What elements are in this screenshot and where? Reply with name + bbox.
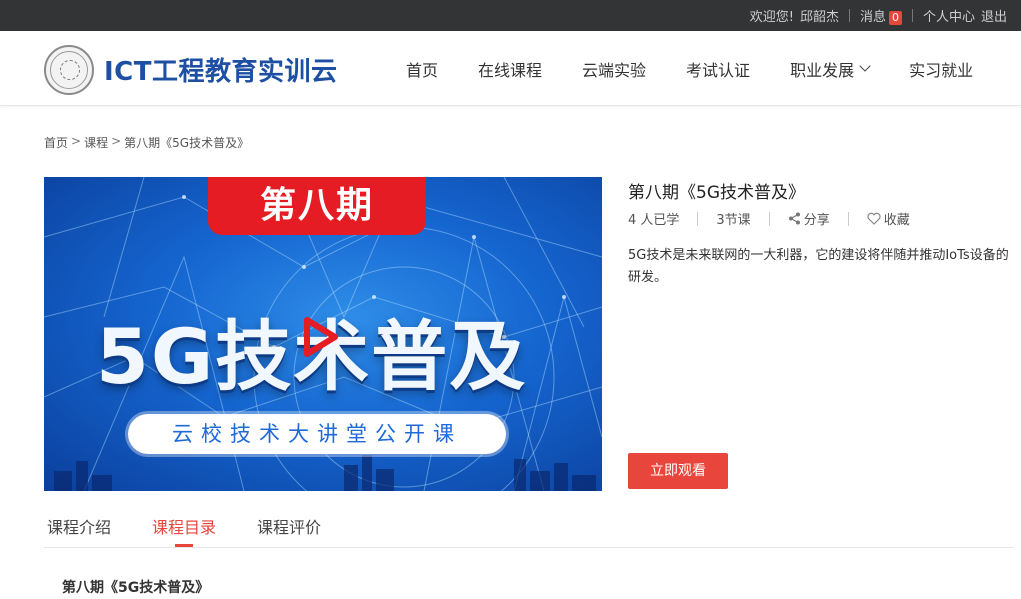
profile-link[interactable]: 个人中心 — [923, 6, 975, 25]
logout-link[interactable]: 退出 — [981, 6, 1007, 25]
tab-course-reviews[interactable]: 课程评价 — [257, 514, 321, 538]
course-banner-image[interactable]: 第八期 5G技术普及 云校技术大讲堂公开课 — [44, 177, 602, 491]
share-icon — [788, 212, 801, 225]
catalog-section-title: 第八期《5G技术普及》 — [62, 580, 210, 596]
breadcrumb-separator: > — [111, 134, 122, 148]
breadcrumb-courses[interactable]: 课程 — [84, 134, 108, 151]
play-icon — [304, 317, 338, 357]
nav-item-career-development[interactable]: 职业发展 — [790, 57, 871, 81]
course-description: 5G技术是未来联网的一大利器，它的建设将伴随并推动IoTs设备的研发。 — [628, 248, 1009, 285]
divider — [697, 211, 699, 226]
nav-item-internship-jobs[interactable]: 实习就业 — [909, 57, 973, 81]
lesson-count: 3节课 — [716, 213, 751, 228]
breadcrumb-home[interactable]: 首页 — [44, 134, 68, 151]
site-brand-title[interactable]: ICT工程教育实训云 — [104, 51, 338, 88]
learner-count: 4 人已学 — [628, 213, 680, 228]
nav-item-online-courses[interactable]: 在线课程 — [478, 57, 542, 81]
course-meta: 4 人已学 3节课 分享 收藏 — [628, 209, 910, 228]
watch-now-button[interactable]: 立即观看 — [628, 453, 728, 489]
nav-item-career-label: 职业发展 — [790, 60, 855, 80]
chevron-down-icon — [859, 60, 871, 72]
breadcrumb-current: 第八期《5G技术普及》 — [124, 136, 250, 150]
site-header: ICT工程教育实训云 首页 在线课程 云端实验 考试认证 职业发展 实习就业 — [0, 31, 1021, 106]
welcome-text: 欢迎您! — [749, 10, 794, 25]
messages-label: 消息 — [859, 10, 886, 25]
favorite-label: 收藏 — [883, 213, 910, 228]
banner-issue-tag: 第八期 — [208, 177, 426, 235]
messages-count-badge: 0 — [888, 11, 902, 25]
nav-item-exam-certification[interactable]: 考试认证 — [686, 57, 750, 81]
nav-item-cloud-lab[interactable]: 云端实验 — [582, 57, 646, 81]
divider — [911, 9, 913, 22]
breadcrumb: 首页 > 课程 > 第八期《5G技术普及》 — [44, 134, 249, 151]
share-button[interactable]: 分享 — [788, 209, 830, 228]
active-tab-indicator — [175, 544, 193, 547]
divider — [768, 211, 770, 226]
course-tabs: 课程介绍 课程目录 课程评价 — [44, 500, 1014, 548]
breadcrumb-separator: > — [71, 134, 82, 148]
username-link[interactable]: 邱韶杰 — [800, 6, 839, 25]
main-nav: 首页 在线课程 云端实验 考试认证 职业发展 实习就业 — [406, 31, 973, 106]
divider — [847, 211, 849, 226]
banner-subtitle: 云校技术大讲堂公开课 — [128, 414, 506, 454]
tab-course-intro[interactable]: 课程介绍 — [47, 514, 111, 538]
messages-link[interactable]: 消息 0 — [860, 6, 902, 25]
top-utility-bar: 欢迎您! 邱韶杰 消息 0 个人中心 退出 — [0, 0, 1021, 31]
divider — [848, 9, 850, 22]
favorite-button[interactable]: 收藏 — [867, 209, 910, 228]
nav-item-home[interactable]: 首页 — [406, 57, 438, 81]
school-seal-logo[interactable] — [44, 45, 94, 95]
course-title: 第八期《5G技术普及》 — [628, 183, 805, 203]
share-label: 分享 — [803, 213, 830, 228]
heart-icon — [867, 212, 881, 225]
tab-course-catalog[interactable]: 课程目录 — [152, 514, 216, 538]
